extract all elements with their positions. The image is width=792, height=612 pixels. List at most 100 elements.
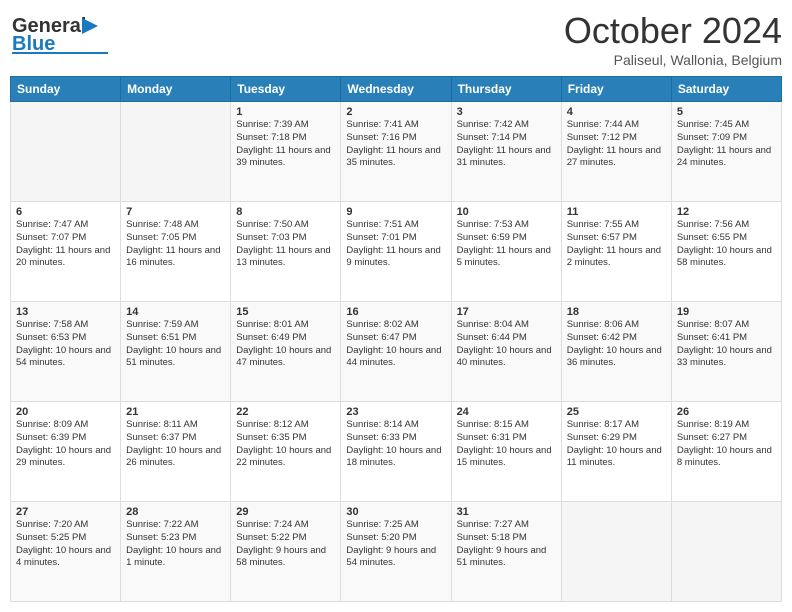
cell-info: Sunrise: 7:55 AM Sunset: 6:57 PM Dayligh… [567, 219, 666, 270]
sunset-text: Sunset: 6:27 PM [677, 432, 776, 445]
table-row: 5 Sunrise: 7:45 AM Sunset: 7:09 PM Dayli… [671, 102, 781, 202]
sunrise-text: Sunrise: 7:42 AM [457, 119, 556, 132]
table-row: 19 Sunrise: 8:07 AM Sunset: 6:41 PM Dayl… [671, 302, 781, 402]
table-row: 13 Sunrise: 7:58 AM Sunset: 6:53 PM Dayl… [11, 302, 121, 402]
sunset-text: Sunset: 6:57 PM [567, 232, 666, 245]
sunrise-text: Sunrise: 7:53 AM [457, 219, 556, 232]
col-monday: Monday [121, 77, 231, 102]
daylight-text: Daylight: 10 hours and 40 minutes. [457, 345, 556, 371]
sunrise-text: Sunrise: 8:11 AM [126, 419, 225, 432]
cell-info: Sunrise: 8:09 AM Sunset: 6:39 PM Dayligh… [16, 419, 115, 470]
sunrise-text: Sunrise: 7:50 AM [236, 219, 335, 232]
cell-info: Sunrise: 7:58 AM Sunset: 6:53 PM Dayligh… [16, 319, 115, 370]
sunset-text: Sunset: 6:53 PM [16, 332, 115, 345]
daylight-text: Daylight: 11 hours and 31 minutes. [457, 145, 556, 171]
cell-info: Sunrise: 8:12 AM Sunset: 6:35 PM Dayligh… [236, 419, 335, 470]
cell-info: Sunrise: 8:07 AM Sunset: 6:41 PM Dayligh… [677, 319, 776, 370]
table-row: 22 Sunrise: 8:12 AM Sunset: 6:35 PM Dayl… [231, 402, 341, 502]
cell-info: Sunrise: 8:17 AM Sunset: 6:29 PM Dayligh… [567, 419, 666, 470]
col-friday: Friday [561, 77, 671, 102]
sunrise-text: Sunrise: 8:17 AM [567, 419, 666, 432]
table-row: 24 Sunrise: 8:15 AM Sunset: 6:31 PM Dayl… [451, 402, 561, 502]
col-sunday: Sunday [11, 77, 121, 102]
table-row: 21 Sunrise: 8:11 AM Sunset: 6:37 PM Dayl… [121, 402, 231, 502]
day-number: 7 [126, 206, 225, 218]
calendar-week-row: 1 Sunrise: 7:39 AM Sunset: 7:18 PM Dayli… [11, 102, 782, 202]
sunset-text: Sunset: 7:16 PM [346, 132, 445, 145]
cell-info: Sunrise: 7:27 AM Sunset: 5:18 PM Dayligh… [457, 519, 556, 570]
sunrise-text: Sunrise: 7:27 AM [457, 519, 556, 532]
daylight-text: Daylight: 11 hours and 20 minutes. [16, 245, 115, 271]
sunrise-text: Sunrise: 8:14 AM [346, 419, 445, 432]
sunset-text: Sunset: 7:12 PM [567, 132, 666, 145]
sunset-text: Sunset: 6:49 PM [236, 332, 335, 345]
daylight-text: Daylight: 11 hours and 16 minutes. [126, 245, 225, 271]
month-title: October 2024 [564, 10, 782, 52]
day-number: 10 [457, 206, 556, 218]
table-row [11, 102, 121, 202]
table-row [561, 502, 671, 602]
sunset-text: Sunset: 6:42 PM [567, 332, 666, 345]
daylight-text: Daylight: 10 hours and 15 minutes. [457, 445, 556, 471]
sunrise-text: Sunrise: 8:06 AM [567, 319, 666, 332]
day-number: 31 [457, 506, 556, 518]
table-row: 8 Sunrise: 7:50 AM Sunset: 7:03 PM Dayli… [231, 202, 341, 302]
sunset-text: Sunset: 6:29 PM [567, 432, 666, 445]
sunset-text: Sunset: 5:22 PM [236, 532, 335, 545]
title-section: October 2024 Paliseul, Wallonia, Belgium [564, 10, 782, 68]
svg-text:Blue: Blue [12, 33, 55, 55]
daylight-text: Daylight: 10 hours and 29 minutes. [16, 445, 115, 471]
table-row: 28 Sunrise: 7:22 AM Sunset: 5:23 PM Dayl… [121, 502, 231, 602]
cell-info: Sunrise: 7:25 AM Sunset: 5:20 PM Dayligh… [346, 519, 445, 570]
sunset-text: Sunset: 6:47 PM [346, 332, 445, 345]
sunrise-text: Sunrise: 7:25 AM [346, 519, 445, 532]
day-number: 13 [16, 306, 115, 318]
logo: General Blue [10, 10, 120, 55]
sunset-text: Sunset: 6:51 PM [126, 332, 225, 345]
sunrise-text: Sunrise: 7:56 AM [677, 219, 776, 232]
table-row: 15 Sunrise: 8:01 AM Sunset: 6:49 PM Dayl… [231, 302, 341, 402]
daylight-text: Daylight: 10 hours and 4 minutes. [16, 545, 115, 571]
daylight-text: Daylight: 11 hours and 13 minutes. [236, 245, 335, 271]
cell-info: Sunrise: 8:19 AM Sunset: 6:27 PM Dayligh… [677, 419, 776, 470]
table-row: 6 Sunrise: 7:47 AM Sunset: 7:07 PM Dayli… [11, 202, 121, 302]
calendar-header-row: Sunday Monday Tuesday Wednesday Thursday… [11, 77, 782, 102]
daylight-text: Daylight: 10 hours and 47 minutes. [236, 345, 335, 371]
table-row: 7 Sunrise: 7:48 AM Sunset: 7:05 PM Dayli… [121, 202, 231, 302]
table-row: 16 Sunrise: 8:02 AM Sunset: 6:47 PM Dayl… [341, 302, 451, 402]
sunrise-text: Sunrise: 7:44 AM [567, 119, 666, 132]
daylight-text: Daylight: 9 hours and 58 minutes. [236, 545, 335, 571]
cell-info: Sunrise: 7:45 AM Sunset: 7:09 PM Dayligh… [677, 119, 776, 170]
sunset-text: Sunset: 7:14 PM [457, 132, 556, 145]
sunrise-text: Sunrise: 7:59 AM [126, 319, 225, 332]
sunrise-text: Sunrise: 8:02 AM [346, 319, 445, 332]
sunrise-text: Sunrise: 7:39 AM [236, 119, 335, 132]
cell-info: Sunrise: 8:14 AM Sunset: 6:33 PM Dayligh… [346, 419, 445, 470]
day-number: 8 [236, 206, 335, 218]
table-row: 30 Sunrise: 7:25 AM Sunset: 5:20 PM Dayl… [341, 502, 451, 602]
daylight-text: Daylight: 10 hours and 1 minute. [126, 545, 225, 571]
location-subtitle: Paliseul, Wallonia, Belgium [564, 52, 782, 68]
cell-info: Sunrise: 8:11 AM Sunset: 6:37 PM Dayligh… [126, 419, 225, 470]
table-row: 31 Sunrise: 7:27 AM Sunset: 5:18 PM Dayl… [451, 502, 561, 602]
table-row: 29 Sunrise: 7:24 AM Sunset: 5:22 PM Dayl… [231, 502, 341, 602]
daylight-text: Daylight: 10 hours and 58 minutes. [677, 245, 776, 271]
cell-info: Sunrise: 7:39 AM Sunset: 7:18 PM Dayligh… [236, 119, 335, 170]
header: General Blue October 2024 Paliseul, Wall… [10, 10, 782, 68]
day-number: 23 [346, 406, 445, 418]
cell-info: Sunrise: 8:06 AM Sunset: 6:42 PM Dayligh… [567, 319, 666, 370]
daylight-text: Daylight: 11 hours and 5 minutes. [457, 245, 556, 271]
sunset-text: Sunset: 6:44 PM [457, 332, 556, 345]
day-number: 3 [457, 106, 556, 118]
cell-info: Sunrise: 7:24 AM Sunset: 5:22 PM Dayligh… [236, 519, 335, 570]
sunset-text: Sunset: 7:05 PM [126, 232, 225, 245]
daylight-text: Daylight: 11 hours and 24 minutes. [677, 145, 776, 171]
sunset-text: Sunset: 6:31 PM [457, 432, 556, 445]
calendar-week-row: 13 Sunrise: 7:58 AM Sunset: 6:53 PM Dayl… [11, 302, 782, 402]
day-number: 14 [126, 306, 225, 318]
day-number: 17 [457, 306, 556, 318]
cell-info: Sunrise: 7:50 AM Sunset: 7:03 PM Dayligh… [236, 219, 335, 270]
cell-info: Sunrise: 7:59 AM Sunset: 6:51 PM Dayligh… [126, 319, 225, 370]
table-row: 18 Sunrise: 8:06 AM Sunset: 6:42 PM Dayl… [561, 302, 671, 402]
cell-info: Sunrise: 7:20 AM Sunset: 5:25 PM Dayligh… [16, 519, 115, 570]
